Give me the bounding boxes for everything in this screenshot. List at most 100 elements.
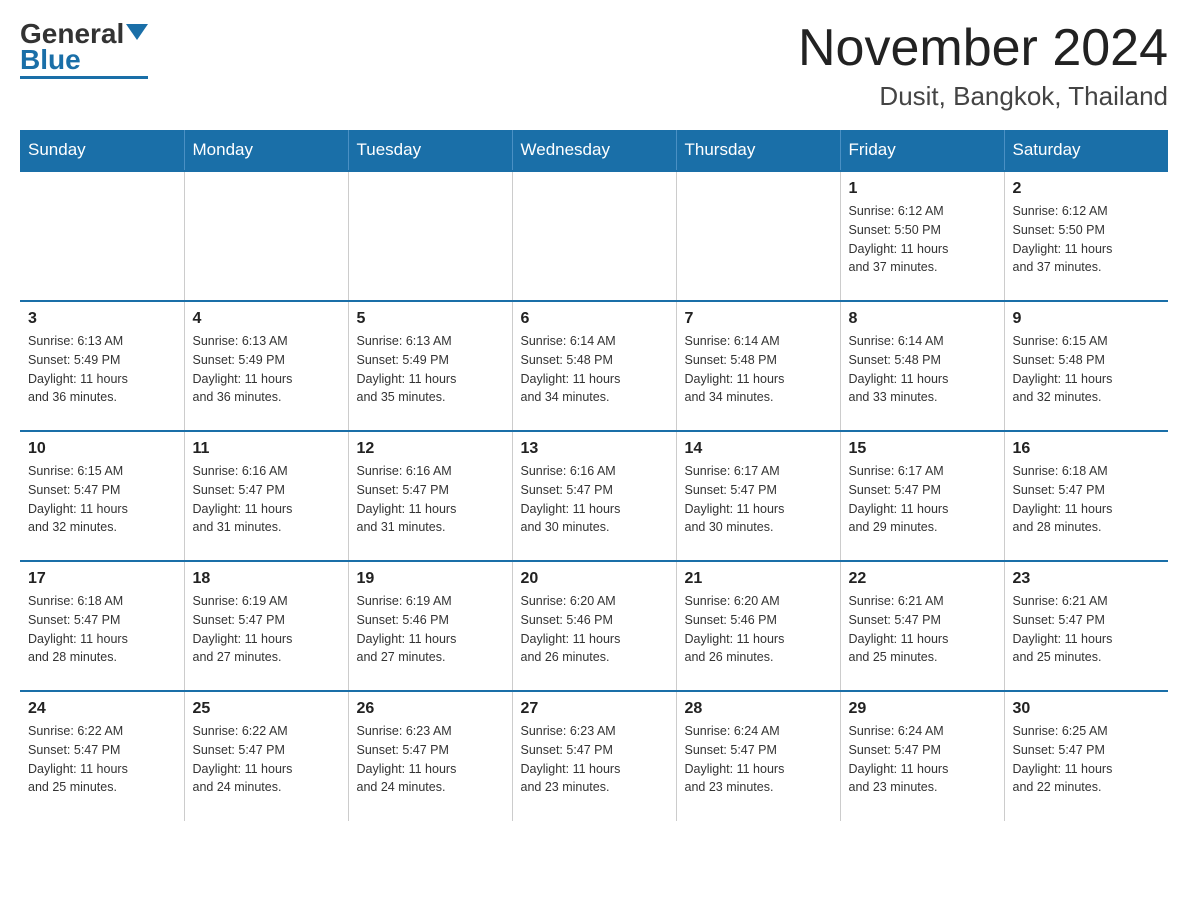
- day-sun-info: Sunrise: 6:14 AM Sunset: 5:48 PM Dayligh…: [685, 332, 832, 407]
- calendar-cell: 2Sunrise: 6:12 AM Sunset: 5:50 PM Daylig…: [1004, 171, 1168, 301]
- day-sun-info: Sunrise: 6:19 AM Sunset: 5:47 PM Dayligh…: [193, 592, 340, 667]
- calendar-cell: 29 Sunrise: 6:24 AM Sunset: 5:47 PM Dayli…: [840, 691, 1004, 821]
- calendar-cell: 26 Sunrise: 6:23 AM Sunset: 5:47 PM Dayli…: [348, 691, 512, 821]
- calendar-cell: 3 Sunrise: 6:13 AM Sunset: 5:49 PM Daylig…: [20, 301, 184, 431]
- calendar-week-row: 3 Sunrise: 6:13 AM Sunset: 5:49 PM Daylig…: [20, 301, 1168, 431]
- day-number: 12: [357, 440, 504, 458]
- day-number: 29: [849, 700, 996, 718]
- day-number: 8: [849, 310, 996, 328]
- calendar-week-row: 24 Sunrise: 6:22 AM Sunset: 5:47 PM Dayli…: [20, 691, 1168, 821]
- day-sun-info: Sunrise: 6:14 AM Sunset: 5:48 PM Dayligh…: [849, 332, 996, 407]
- weekday-header-saturday: Saturday: [1004, 130, 1168, 171]
- calendar-table: SundayMondayTuesdayWednesdayThursdayFrid…: [20, 130, 1168, 821]
- weekday-header-monday: Monday: [184, 130, 348, 171]
- day-sun-info: Sunrise: 6:22 AM Sunset: 5:47 PM Dayligh…: [28, 722, 176, 797]
- day-number: 24: [28, 700, 176, 718]
- day-sun-info: Sunrise: 6:22 AM Sunset: 5:47 PM Dayligh…: [193, 722, 340, 797]
- day-number: 25: [193, 700, 340, 718]
- day-sun-info: Sunrise: 6:20 AM Sunset: 5:46 PM Dayligh…: [521, 592, 668, 667]
- calendar-cell: 28 Sunrise: 6:24 AM Sunset: 5:47 PM Dayli…: [676, 691, 840, 821]
- calendar-cell: 21 Sunrise: 6:20 AM Sunset: 5:46 PM Dayli…: [676, 561, 840, 691]
- day-sun-info: Sunrise: 6:23 AM Sunset: 5:47 PM Dayligh…: [521, 722, 668, 797]
- day-number: 26: [357, 700, 504, 718]
- logo-triangle-icon: [126, 24, 148, 45]
- day-sun-info: Sunrise: 6:17 AM Sunset: 5:47 PM Dayligh…: [849, 462, 996, 537]
- day-number: 13: [521, 440, 668, 458]
- calendar-cell: 5Sunrise: 6:13 AM Sunset: 5:49 PM Daylig…: [348, 301, 512, 431]
- calendar-cell: 30 Sunrise: 6:25 AM Sunset: 5:47 PM Dayli…: [1004, 691, 1168, 821]
- calendar-cell: 10 Sunrise: 6:15 AM Sunset: 5:47 PM Dayli…: [20, 431, 184, 561]
- day-number: 16: [1013, 440, 1161, 458]
- day-number: 22: [849, 570, 996, 588]
- location-title: Dusit, Bangkok, Thailand: [798, 81, 1168, 112]
- calendar-cell: 22 Sunrise: 6:21 AM Sunset: 5:47 PM Dayli…: [840, 561, 1004, 691]
- calendar-cell: 27Sunrise: 6:23 AM Sunset: 5:47 PM Dayli…: [512, 691, 676, 821]
- calendar-cell: 25 Sunrise: 6:22 AM Sunset: 5:47 PM Dayli…: [184, 691, 348, 821]
- day-sun-info: Sunrise: 6:13 AM Sunset: 5:49 PM Dayligh…: [357, 332, 504, 407]
- day-number: 14: [685, 440, 832, 458]
- day-number: 19: [357, 570, 504, 588]
- day-sun-info: Sunrise: 6:25 AM Sunset: 5:47 PM Dayligh…: [1013, 722, 1161, 797]
- day-sun-info: Sunrise: 6:21 AM Sunset: 5:47 PM Dayligh…: [849, 592, 996, 667]
- weekday-header-thursday: Thursday: [676, 130, 840, 171]
- calendar-cell: 19 Sunrise: 6:19 AM Sunset: 5:46 PM Dayli…: [348, 561, 512, 691]
- calendar-cell: 15 Sunrise: 6:17 AM Sunset: 5:47 PM Dayli…: [840, 431, 1004, 561]
- day-sun-info: Sunrise: 6:21 AM Sunset: 5:47 PM Dayligh…: [1013, 592, 1161, 667]
- logo-blue-text: Blue: [20, 46, 81, 74]
- calendar-cell: 14 Sunrise: 6:17 AM Sunset: 5:47 PM Dayli…: [676, 431, 840, 561]
- calendar-week-row: 10 Sunrise: 6:15 AM Sunset: 5:47 PM Dayli…: [20, 431, 1168, 561]
- calendar-cell: [676, 171, 840, 301]
- day-sun-info: Sunrise: 6:15 AM Sunset: 5:47 PM Dayligh…: [28, 462, 176, 537]
- day-number: 3: [28, 310, 176, 328]
- day-sun-info: Sunrise: 6:13 AM Sunset: 5:49 PM Dayligh…: [28, 332, 176, 407]
- calendar-cell: [512, 171, 676, 301]
- calendar-cell: 24 Sunrise: 6:22 AM Sunset: 5:47 PM Dayli…: [20, 691, 184, 821]
- calendar-cell: 23 Sunrise: 6:21 AM Sunset: 5:47 PM Dayli…: [1004, 561, 1168, 691]
- day-number: 20: [521, 570, 668, 588]
- day-number: 6: [521, 310, 668, 328]
- logo: General Blue: [20, 20, 148, 79]
- weekday-header-sunday: Sunday: [20, 130, 184, 171]
- day-sun-info: Sunrise: 6:20 AM Sunset: 5:46 PM Dayligh…: [685, 592, 832, 667]
- calendar-cell: 13Sunrise: 6:16 AM Sunset: 5:47 PM Dayli…: [512, 431, 676, 561]
- calendar-cell: 11 Sunrise: 6:16 AM Sunset: 5:47 PM Dayli…: [184, 431, 348, 561]
- day-sun-info: Sunrise: 6:17 AM Sunset: 5:47 PM Dayligh…: [685, 462, 832, 537]
- weekday-header-row: SundayMondayTuesdayWednesdayThursdayFrid…: [20, 130, 1168, 171]
- calendar-week-row: 17Sunrise: 6:18 AM Sunset: 5:47 PM Dayli…: [20, 561, 1168, 691]
- calendar-cell: 20 Sunrise: 6:20 AM Sunset: 5:46 PM Dayli…: [512, 561, 676, 691]
- calendar-cell: 1Sunrise: 6:12 AM Sunset: 5:50 PM Daylig…: [840, 171, 1004, 301]
- day-number: 30: [1013, 700, 1161, 718]
- day-number: 23: [1013, 570, 1161, 588]
- calendar-cell: [184, 171, 348, 301]
- day-sun-info: Sunrise: 6:16 AM Sunset: 5:47 PM Dayligh…: [357, 462, 504, 537]
- logo-underline: [20, 76, 148, 79]
- weekday-header-tuesday: Tuesday: [348, 130, 512, 171]
- calendar-cell: 7 Sunrise: 6:14 AM Sunset: 5:48 PM Daylig…: [676, 301, 840, 431]
- day-sun-info: Sunrise: 6:24 AM Sunset: 5:47 PM Dayligh…: [685, 722, 832, 797]
- day-number: 28: [685, 700, 832, 718]
- day-number: 15: [849, 440, 996, 458]
- day-sun-info: Sunrise: 6:23 AM Sunset: 5:47 PM Dayligh…: [357, 722, 504, 797]
- page-header: General Blue November 2024 Dusit, Bangko…: [20, 20, 1168, 112]
- month-year-title: November 2024: [798, 20, 1168, 77]
- calendar-cell: 16Sunrise: 6:18 AM Sunset: 5:47 PM Dayli…: [1004, 431, 1168, 561]
- day-number: 7: [685, 310, 832, 328]
- day-sun-info: Sunrise: 6:19 AM Sunset: 5:46 PM Dayligh…: [357, 592, 504, 667]
- day-sun-info: Sunrise: 6:18 AM Sunset: 5:47 PM Dayligh…: [28, 592, 176, 667]
- title-block: November 2024 Dusit, Bangkok, Thailand: [798, 20, 1168, 112]
- day-number: 10: [28, 440, 176, 458]
- day-number: 11: [193, 440, 340, 458]
- day-sun-info: Sunrise: 6:16 AM Sunset: 5:47 PM Dayligh…: [193, 462, 340, 537]
- day-sun-info: Sunrise: 6:13 AM Sunset: 5:49 PM Dayligh…: [193, 332, 340, 407]
- calendar-cell: 4Sunrise: 6:13 AM Sunset: 5:49 PM Daylig…: [184, 301, 348, 431]
- calendar-cell: 12 Sunrise: 6:16 AM Sunset: 5:47 PM Dayli…: [348, 431, 512, 561]
- calendar-week-row: 1Sunrise: 6:12 AM Sunset: 5:50 PM Daylig…: [20, 171, 1168, 301]
- day-number: 21: [685, 570, 832, 588]
- calendar-cell: 6Sunrise: 6:14 AM Sunset: 5:48 PM Daylig…: [512, 301, 676, 431]
- day-sun-info: Sunrise: 6:12 AM Sunset: 5:50 PM Dayligh…: [849, 202, 996, 277]
- day-number: 9: [1013, 310, 1161, 328]
- day-number: 18: [193, 570, 340, 588]
- day-sun-info: Sunrise: 6:24 AM Sunset: 5:47 PM Dayligh…: [849, 722, 996, 797]
- calendar-cell: 18 Sunrise: 6:19 AM Sunset: 5:47 PM Dayli…: [184, 561, 348, 691]
- calendar-cell: 17Sunrise: 6:18 AM Sunset: 5:47 PM Dayli…: [20, 561, 184, 691]
